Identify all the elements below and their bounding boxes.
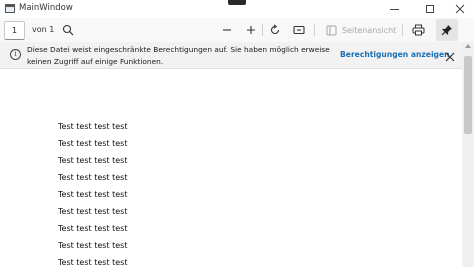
document-view[interactable]: Test test test test Test test test test Te…	[0, 70, 462, 267]
toolbar-divider	[402, 24, 403, 36]
toolbar-divider	[314, 24, 315, 36]
document-line: Test test test test	[58, 122, 128, 131]
document-line: Test test test test	[58, 207, 128, 216]
minimize-icon	[389, 8, 399, 10]
infobar-message-line: keinen Zugriff auf einige Funktionen.	[27, 56, 164, 66]
document-line: Test test test test	[58, 241, 128, 250]
maximize-icon	[426, 5, 434, 13]
page-number-input[interactable]: 1	[4, 21, 25, 40]
infobar-close-button[interactable]	[444, 48, 456, 62]
vertical-scrollbar[interactable]	[462, 42, 474, 267]
toolbar-divider	[262, 24, 263, 36]
document-line: Test test test test	[58, 139, 128, 148]
page-count-label: von 1	[32, 25, 55, 34]
toolbar: 1 von 1 Seitenansicht	[0, 18, 474, 42]
infobar-message-line: Diese Datei weist eingeschränkte Berecht…	[27, 45, 330, 54]
window-title: MainWindow	[19, 3, 73, 13]
zoom-in-icon	[247, 26, 255, 34]
close-icon	[445, 52, 455, 62]
rotate-button[interactable]	[267, 22, 283, 38]
side-view-icon	[326, 25, 337, 35]
close-window-button[interactable]	[442, 0, 474, 18]
print-icon	[412, 24, 424, 36]
show-permissions-link[interactable]: Berechtigungen anzeigen	[340, 50, 450, 59]
document-text: Test test test test Test test test test Te…	[58, 122, 127, 267]
app-icon	[5, 4, 15, 13]
scroll-up-icon[interactable]	[465, 44, 471, 48]
fit-page-icon	[293, 25, 305, 35]
document-line: Test test test test	[58, 190, 128, 199]
title-handle	[228, 0, 246, 5]
document-line: Test test test test	[58, 224, 128, 233]
fit-page-button[interactable]	[291, 22, 307, 38]
minimize-button[interactable]	[376, 0, 412, 18]
close-icon	[455, 4, 465, 14]
scrollbar-thumb[interactable]	[464, 56, 472, 134]
zoom-in-button[interactable]	[243, 22, 259, 38]
info-icon: i	[10, 49, 21, 60]
permissions-infobar: i Diese Datei weist eingeschränkte Berec…	[0, 42, 462, 69]
pin-button[interactable]	[436, 19, 458, 41]
side-view-label: Seitenansicht	[342, 25, 397, 35]
search-button[interactable]	[60, 22, 76, 38]
search-icon	[62, 24, 74, 36]
document-line: Test test test test	[58, 173, 128, 182]
title-bar: MainWindow	[0, 0, 474, 18]
side-view-button[interactable]: Seitenansicht	[326, 22, 396, 38]
rotate-icon	[270, 24, 280, 35]
infobar-message: Diese Datei weist eingeschränkte Berecht…	[27, 44, 337, 67]
print-button[interactable]	[410, 22, 426, 38]
zoom-out-icon	[223, 29, 231, 31]
document-line: Test test test test	[58, 156, 128, 165]
pin-icon	[441, 25, 452, 36]
document-line: Test test test test	[58, 258, 128, 267]
zoom-out-button[interactable]	[219, 22, 235, 38]
